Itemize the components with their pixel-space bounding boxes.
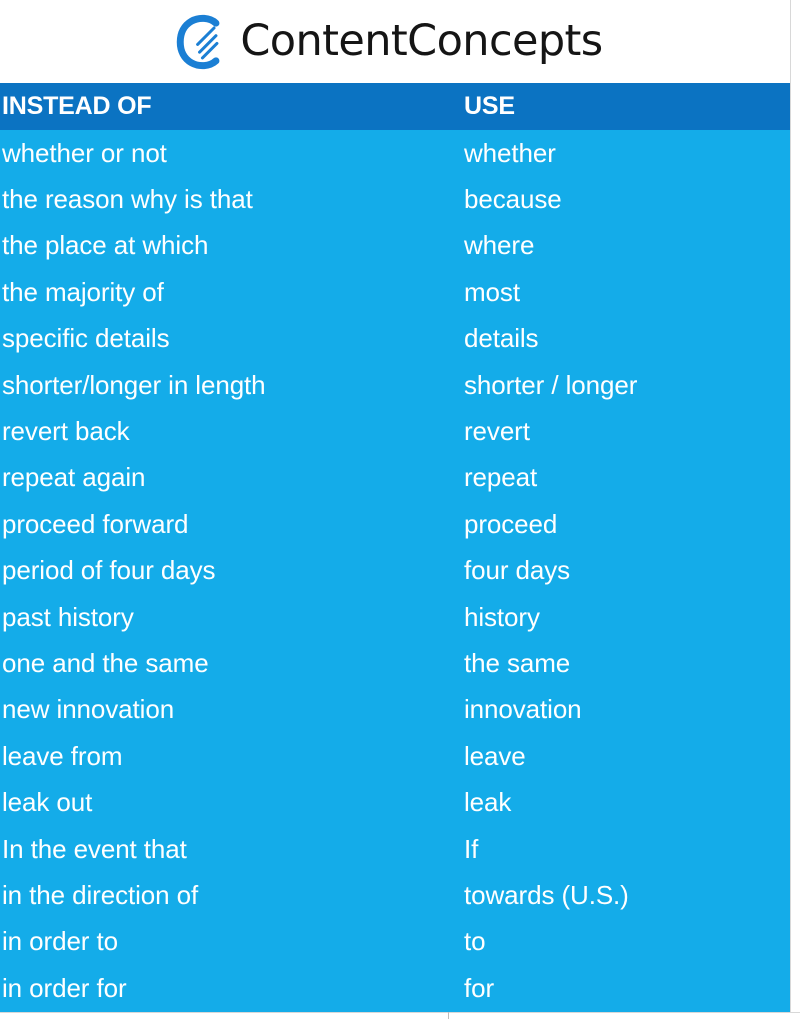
cell-use: history [464,601,540,632]
cell-use: proceed [464,508,558,539]
cell-use: shorter / longer [464,369,638,400]
table-row: the place at which where [0,223,790,269]
cell-use: leave [464,740,526,771]
column-header-instead-of: INSTEAD OF [2,92,152,120]
cell-use: details [464,323,539,354]
table-row: the reason why is that because [0,176,790,222]
table-row: revert back revert [0,408,790,454]
page-center-tick [448,1012,449,1019]
cell-instead-of: In the event that [2,833,187,864]
cell-instead-of: proceed forward [2,508,189,539]
brand-lockup: ContentConcepts [175,14,603,70]
cell-instead-of: revert back [2,416,130,447]
column-header-use: USE [464,92,515,120]
table-row: new innovation innovation [0,687,790,733]
contentconcepts-logo-icon [177,14,220,69]
cell-use: to [464,926,486,957]
table-row: In the event that If [0,826,790,872]
table-row: in order to to [0,919,790,965]
brand-header: ContentConcepts [0,0,790,83]
cell-use: four days [464,555,571,586]
cell-use: for [464,972,495,1003]
cell-instead-of: specific details [2,323,170,354]
cell-instead-of: the reason why is that [2,184,253,215]
cell-instead-of: one and the same [2,647,209,678]
cell-instead-of: shorter/longer in length [2,369,266,400]
page-root: ContentConcepts INSTEAD OF USE whether o… [0,0,800,1019]
cell-use: innovation [464,694,582,725]
cell-use: most [464,276,520,307]
cell-instead-of: repeat again [2,462,146,493]
cell-instead-of: the majority of [2,276,164,307]
cell-use: whether [464,137,556,168]
table-row: proceed forward proceed [0,501,790,547]
table-row: shorter/longer in length shorter / longe… [0,362,790,408]
table-row: leave from leave [0,733,790,779]
table-row: in the direction of towards (U.S.) [0,872,790,918]
instead-of-use-table: INSTEAD OF USE whether or not whether th… [0,83,790,1012]
table-row: in order for for [0,965,790,1011]
page-right-margin [790,0,800,1019]
table-header-row: INSTEAD OF USE [0,83,790,130]
table-row: whether or not whether [0,130,790,176]
cell-use: because [464,184,562,215]
cell-use: towards (U.S.) [464,879,629,910]
table-row: past history history [0,594,790,640]
cell-use: leak [464,787,512,818]
table-row: period of four days four days [0,548,790,594]
cell-instead-of: in the direction of [2,879,199,910]
brand-wordmark: ContentConcepts [240,16,603,66]
cell-use: If [464,833,479,864]
table-row: repeat again repeat [0,455,790,501]
cell-instead-of: in order to [2,926,118,957]
cell-instead-of: leave from [2,740,123,771]
table-body: whether or not whether the reason why is… [0,130,790,1012]
cell-instead-of: period of four days [2,555,216,586]
cell-use: revert [464,416,530,447]
cell-use: repeat [464,462,538,493]
table-row: one and the same the same [0,640,790,686]
page-bottom-margin [0,1012,800,1019]
table-row: leak out leak [0,779,790,825]
cell-instead-of: in order for [2,972,127,1003]
cell-instead-of: past history [2,601,134,632]
cell-use: the same [464,647,571,678]
cell-instead-of: new innovation [2,694,175,725]
cell-instead-of: whether or not [2,137,167,168]
table-row: the majority of most [0,269,790,315]
table-row: specific details details [0,316,790,362]
cell-use: where [464,230,535,261]
cell-instead-of: the place at which [2,230,209,261]
cell-instead-of: leak out [2,787,93,818]
